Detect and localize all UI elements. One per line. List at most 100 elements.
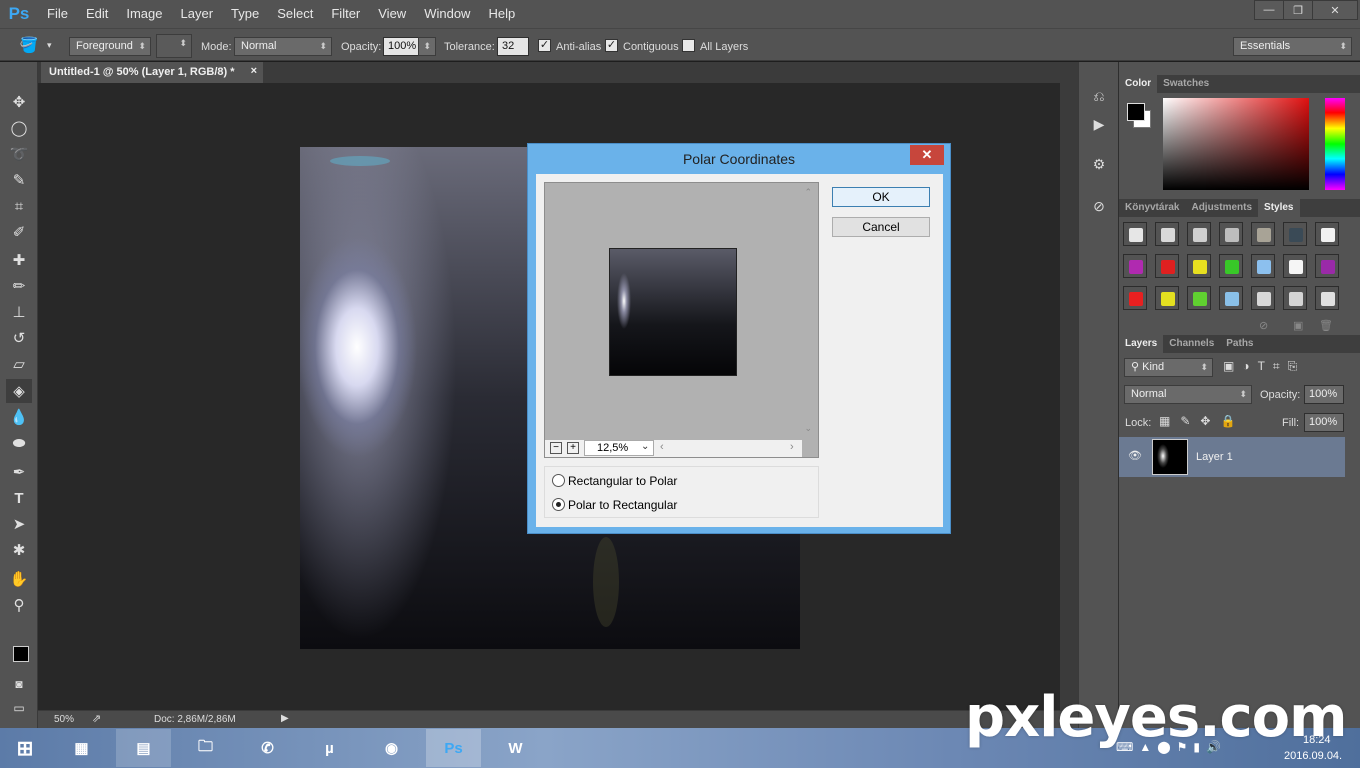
layer-row[interactable]: 👁 Layer 1 <box>1119 437 1345 477</box>
scroll-down-icon[interactable]: ⌄ <box>804 423 812 434</box>
style-swatch[interactable] <box>1315 254 1339 278</box>
opacity-input[interactable]: 100% <box>383 37 419 56</box>
history-panel-icon[interactable]: ⎌ <box>1089 88 1109 108</box>
style-swatch[interactable] <box>1123 286 1147 310</box>
close-button[interactable]: ✕ <box>1312 0 1358 20</box>
style-swatch[interactable] <box>1187 286 1211 310</box>
mode-select[interactable]: Normal <box>234 37 332 56</box>
style-swatch[interactable] <box>1219 286 1243 310</box>
move-tool-icon[interactable]: ✥ <box>6 90 32 114</box>
clone-stamp-icon[interactable]: ⊥ <box>6 300 32 324</box>
style-swatch[interactable] <box>1123 222 1147 246</box>
pattern-picker[interactable] <box>156 34 192 58</box>
chevron-down-icon[interactable]: ⌄ <box>641 441 649 452</box>
layer-blend-mode[interactable]: Normal <box>1124 385 1252 404</box>
word-app-icon[interactable]: W <box>488 729 543 767</box>
menu-file[interactable]: File <box>38 0 77 28</box>
clear-style-icon[interactable]: ⊘ <box>1259 319 1268 332</box>
zoom-out-button[interactable]: − <box>550 442 562 454</box>
actions-panel-icon[interactable]: ▶ <box>1089 116 1109 136</box>
minimize-button[interactable]: — <box>1254 0 1284 20</box>
layer-fill-input[interactable]: 100% <box>1304 413 1344 432</box>
vertical-scrollbar[interactable] <box>1060 83 1078 710</box>
viber-app-icon[interactable]: ✆ <box>240 729 295 767</box>
style-swatch[interactable] <box>1251 222 1275 246</box>
tray-date[interactable]: 2016.09.04. <box>1284 750 1342 762</box>
custom-shape-icon[interactable]: ✱ <box>6 538 32 562</box>
rect-to-polar-label[interactable]: Rectangular to Polar <box>568 474 677 488</box>
style-swatch[interactable] <box>1219 222 1243 246</box>
workspace-select[interactable]: Essentials <box>1233 37 1352 56</box>
style-swatch[interactable] <box>1283 286 1307 310</box>
status-menu-arrow-icon[interactable]: ▶ <box>281 713 289 724</box>
visibility-eye-icon[interactable]: 👁 <box>1128 449 1142 462</box>
document-tab[interactable]: Untitled-1 @ 50% (Layer 1, RGB/8) * × <box>41 62 263 83</box>
pen-tool-icon[interactable]: ✒ <box>6 460 32 484</box>
tab-color[interactable]: Color <box>1119 75 1158 93</box>
tab-paths[interactable]: Paths <box>1220 335 1259 353</box>
style-swatch[interactable] <box>1315 222 1339 246</box>
dialog-close-button[interactable]: ✕ <box>910 145 944 165</box>
lock-icons[interactable]: ▦✎✥🔒 <box>1159 414 1245 428</box>
chevron-down-icon[interactable]: ▾ <box>47 38 52 52</box>
elliptical-marquee-icon[interactable]: ◯ <box>6 116 32 140</box>
preview-pane[interactable]: ⌃ ⌄ − + 12,5% ⌄ ‹ › <box>544 182 819 458</box>
notes-app-icon[interactable]: ▤ <box>116 729 171 767</box>
paint-bucket-tool-icon[interactable]: ◈ <box>6 379 32 403</box>
menu-edit[interactable]: Edit <box>77 0 117 28</box>
cancel-button[interactable]: Cancel <box>832 217 930 237</box>
ok-button[interactable]: OK <box>832 187 930 207</box>
tolerance-input[interactable]: 32 <box>497 37 529 56</box>
crop-tool-icon[interactable]: ⌗ <box>6 194 32 218</box>
rect-to-polar-radio[interactable] <box>552 474 565 487</box>
dodge-tool-icon[interactable]: ⬬ <box>6 431 32 455</box>
eyedropper-icon[interactable]: ✐ <box>6 220 32 244</box>
scroll-left-icon[interactable]: ‹ <box>660 441 664 453</box>
all-layers-checkbox[interactable] <box>682 39 695 52</box>
style-swatch[interactable] <box>1251 254 1275 278</box>
color-foreground-swatch[interactable] <box>1127 103 1145 121</box>
paint-bucket-icon[interactable]: 🪣 <box>16 33 42 57</box>
zoom-level[interactable]: 50% <box>54 714 74 725</box>
style-swatch[interactable] <box>1187 254 1211 278</box>
new-style-icon[interactable]: ▣ <box>1293 319 1303 332</box>
anti-alias-checkbox[interactable]: ✓ <box>538 39 551 52</box>
lasso-tool-icon[interactable]: ➰ <box>6 142 32 166</box>
zoom-in-button[interactable]: + <box>567 442 579 454</box>
windows-start-icon[interactable]: ⊞ <box>0 729 50 767</box>
close-tab-icon[interactable]: × <box>251 65 257 77</box>
layer-name[interactable]: Layer 1 <box>1196 451 1233 463</box>
quick-mask-icon[interactable]: ◙ <box>6 672 32 696</box>
foreground-color-swatch[interactable] <box>13 646 29 662</box>
color-spectrum[interactable] <box>1163 98 1309 190</box>
layer-kind-filter[interactable]: ⚲ Kind <box>1124 358 1213 377</box>
blur-tool-icon[interactable]: 💧 <box>6 405 32 429</box>
layer-filter-icons[interactable]: ▣◑T⌗⎘ <box>1223 359 1305 374</box>
menu-select[interactable]: Select <box>268 0 322 28</box>
tab-channels[interactable]: Channels <box>1163 335 1220 353</box>
utorrent-app-icon[interactable]: µ <box>302 729 357 767</box>
contiguous-checkbox[interactable]: ✓ <box>605 39 618 52</box>
menu-type[interactable]: Type <box>222 0 268 28</box>
screen-mode-icon[interactable]: ▭ <box>6 696 32 720</box>
share-icon[interactable]: ⇗ <box>92 712 101 725</box>
style-swatch[interactable] <box>1315 286 1339 310</box>
file-explorer-icon[interactable]: 🗀 <box>178 729 233 767</box>
menu-window[interactable]: Window <box>415 0 479 28</box>
calculator-app-icon[interactable]: ▦ <box>54 729 109 767</box>
style-swatch[interactable] <box>1283 222 1307 246</box>
polar-to-rect-label[interactable]: Polar to Rectangular <box>568 498 677 512</box>
style-swatch[interactable] <box>1251 286 1275 310</box>
zoom-tool-icon[interactable]: ⚲ <box>6 593 32 617</box>
polar-to-rect-radio[interactable] <box>552 498 565 511</box>
tab-styles[interactable]: Styles <box>1258 199 1300 217</box>
restore-button[interactable]: ❐ <box>1283 0 1313 20</box>
fill-source-select[interactable]: Foreground <box>69 37 151 56</box>
eraser-icon[interactable]: ▱ <box>6 352 32 376</box>
brush-tool-icon[interactable]: ✏ <box>6 274 32 298</box>
style-swatch[interactable] <box>1155 254 1179 278</box>
type-tool-icon[interactable]: T <box>6 486 32 510</box>
history-brush-icon[interactable]: ↺ <box>6 326 32 350</box>
photoshop-app-icon[interactable]: Ps <box>426 729 481 767</box>
quick-selection-icon[interactable]: ✎ <box>6 168 32 192</box>
